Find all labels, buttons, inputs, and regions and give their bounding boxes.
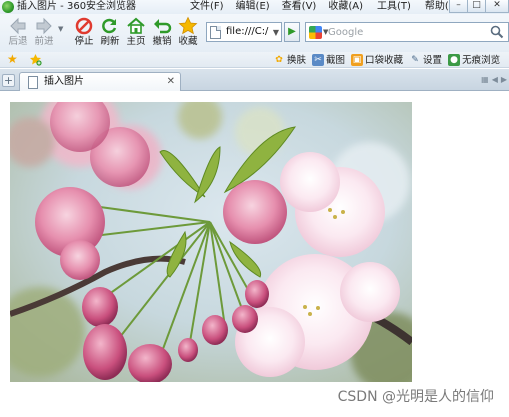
tab-insert-image[interactable]: 插入图片 ✕ [19, 72, 181, 92]
forward-button[interactable]: 前进 [31, 16, 57, 52]
link-pocket-favorites-label: 口袋收藏 [365, 54, 404, 66]
cherry-blossom-image [10, 102, 412, 382]
link-incognito-label: 无痕浏览 [462, 54, 501, 66]
menu-view[interactable]: 查看(V) [278, 0, 321, 14]
tab-navigation: ▦ ◀ ▶ [481, 75, 507, 84]
incognito-icon: ● [448, 54, 461, 66]
tab-scroll-right-icon[interactable]: ▶ [501, 75, 507, 84]
link-screenshot[interactable]: ✂ 截图 [312, 52, 345, 68]
menu-favorites[interactable]: 收藏(A) [324, 0, 367, 14]
links-bar: ✿ 换肤 ✂ 截图 ▣ 口袋收藏 ✎ 设置 ● 无痕浏览 [273, 52, 506, 68]
search-box[interactable]: ▼ [305, 22, 509, 42]
search-input[interactable] [328, 24, 478, 40]
window-title: 插入图片 - 360安全浏览器 [17, 1, 137, 12]
browser-logo-icon [2, 1, 14, 13]
link-settings[interactable]: ✎ 设置 [409, 52, 442, 68]
pocket-favorites-icon: ▣ [351, 54, 364, 66]
screenshot-icon: ✂ [312, 54, 325, 66]
search-icon[interactable] [490, 25, 504, 39]
page-content: CSDN @光明是人的信仰 [0, 91, 509, 417]
tab-close-icon[interactable]: ✕ [167, 76, 175, 88]
address-bar[interactable]: file:///C:/ ▼ [206, 22, 282, 42]
watermark-text: CSDN @光明是人的信仰 [337, 389, 494, 405]
menu-edit[interactable]: 编辑(E) [232, 0, 274, 14]
menu-bar: 文件(F) 编辑(E) 查看(V) 收藏(A) 工具(T) 帮助(H) [186, 0, 464, 14]
menu-tools[interactable]: 工具(T) [373, 0, 415, 14]
history-dropdown-icon[interactable]: ▼ [58, 25, 66, 33]
favorites-label: 收藏 [178, 36, 198, 47]
tab-label: 插入图片 [44, 76, 84, 87]
search-engine-logo-icon[interactable] [309, 26, 322, 39]
tab-scroll-left-icon[interactable]: ◀ [492, 75, 498, 84]
title-bar: 插入图片 - 360安全浏览器 文件(F) 编辑(E) 查看(V) 收藏(A) … [0, 0, 509, 14]
forward-label: 前进 [34, 36, 54, 47]
favorites-star-icon[interactable]: ★ [7, 52, 18, 67]
navigation-toolbar: 后退 前进 ▼ 停止 刷新 主页 撤销 收藏 file:///C:/ ▼ ▶ ▼… [0, 14, 509, 52]
home-icon [123, 16, 149, 36]
window-controls: – □ ✕ [449, 0, 509, 14]
minimize-button[interactable]: – [449, 0, 468, 13]
add-favorite-icon[interactable] [29, 53, 42, 66]
tab-list-icon[interactable]: ▦ [481, 75, 489, 84]
favorites-button[interactable]: 收藏 [175, 16, 201, 52]
new-tab-button[interactable]: + [2, 74, 15, 87]
link-skin-label: 换肤 [287, 54, 307, 66]
maximize-button[interactable]: □ [467, 0, 486, 13]
address-input[interactable]: file:///C:/ [226, 23, 270, 41]
link-settings-label: 设置 [423, 54, 443, 66]
page-icon [210, 26, 221, 39]
close-button[interactable]: ✕ [485, 0, 509, 13]
forward-arrow-icon [31, 16, 57, 36]
undo-icon [149, 16, 175, 36]
stop-icon [71, 16, 97, 36]
go-button[interactable]: ▶ [284, 22, 300, 42]
back-arrow-icon [5, 16, 31, 36]
link-incognito[interactable]: ● 无痕浏览 [448, 52, 500, 68]
star-icon [175, 16, 201, 36]
settings-icon: ✎ [411, 55, 419, 65]
refresh-icon [97, 16, 123, 36]
menu-file[interactable]: 文件(F) [186, 0, 228, 14]
link-screenshot-label: 截图 [326, 54, 346, 66]
link-skin[interactable]: ✿ 换肤 [273, 52, 306, 68]
page-icon [28, 76, 38, 89]
skin-icon: ✿ [275, 55, 283, 65]
go-arrow-icon: ▶ [288, 26, 296, 37]
favorites-bar: ★ ✿ 换肤 ✂ 截图 ▣ 口袋收藏 ✎ 设置 ● 无痕浏览 [0, 52, 509, 68]
link-pocket-favorites[interactable]: ▣ 口袋收藏 [351, 52, 403, 68]
tab-bar: + 插入图片 ✕ ▦ ◀ ▶ [0, 69, 509, 92]
address-dropdown-icon[interactable]: ▼ [273, 28, 279, 37]
